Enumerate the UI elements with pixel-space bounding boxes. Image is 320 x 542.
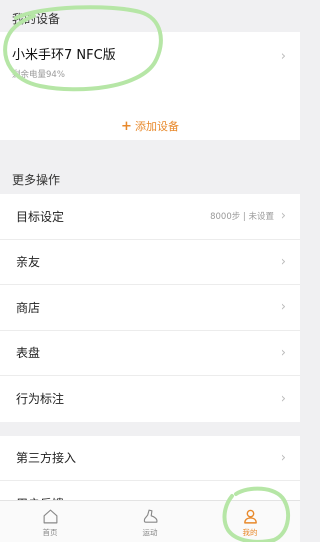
tab-workout[interactable]: 运动 bbox=[100, 501, 200, 542]
add-device-label: 添加设备 bbox=[134, 120, 179, 133]
chevron-right-icon: › bbox=[280, 49, 286, 64]
tab-label: 首页 bbox=[42, 528, 58, 537]
list-item-label: 行为标注 bbox=[16, 392, 65, 407]
list-item-label: 表盘 bbox=[16, 346, 41, 361]
add-device-button[interactable]: + 添加设备 bbox=[0, 118, 300, 134]
tab-label: 我的 bbox=[242, 528, 258, 537]
chevron-right-icon: › bbox=[280, 299, 286, 315]
more-actions-list: 目标设定 8000步 | 未设置 › 亲友 › 商店 › 表盘 › 行为标注 › bbox=[0, 194, 300, 422]
home-icon bbox=[43, 509, 57, 524]
plus-icon: + bbox=[121, 119, 132, 134]
list-item-goal-setting[interactable]: 目标设定 8000步 | 未设置 › bbox=[0, 194, 300, 240]
list-item-label: 第三方接入 bbox=[16, 451, 77, 466]
device-name: 小米手环7 NFC版 bbox=[12, 48, 116, 63]
chevron-right-icon: › bbox=[280, 208, 286, 224]
goal-meta: 8000步 | 未设置 bbox=[210, 212, 274, 223]
chevron-right-icon: › bbox=[280, 345, 286, 361]
chevron-right-icon: › bbox=[280, 254, 286, 270]
list-item-watch-faces[interactable]: 表盘 › bbox=[0, 331, 300, 376]
more-actions-header: 更多操作 bbox=[12, 173, 61, 187]
my-devices-header: 我的设备 bbox=[12, 12, 61, 26]
list-item-store[interactable]: 商店 › bbox=[0, 285, 300, 331]
list-item-label: 亲友 bbox=[16, 255, 41, 270]
device-row[interactable]: 小米手环7 NFC版 剩余电量94% › bbox=[0, 32, 300, 80]
device-card: 小米手环7 NFC版 剩余电量94% › + 添加设备 bbox=[0, 32, 300, 140]
sneaker-icon bbox=[143, 509, 157, 523]
list-item-label: 目标设定 bbox=[16, 209, 65, 224]
list-item-label: 商店 bbox=[16, 300, 41, 315]
list-item-third-party[interactable]: 第三方接入 › bbox=[0, 436, 300, 481]
tab-me[interactable]: 我的 bbox=[200, 501, 300, 542]
chevron-right-icon: › bbox=[280, 450, 286, 466]
device-battery: 剩余电量94% bbox=[12, 70, 65, 80]
tab-home[interactable]: 首页 bbox=[0, 501, 100, 542]
chevron-right-icon: › bbox=[280, 391, 286, 407]
tab-label: 运动 bbox=[142, 528, 158, 537]
list-item-friends[interactable]: 亲友 › bbox=[0, 240, 300, 285]
list-item-behavior-tagging[interactable]: 行为标注 › bbox=[0, 376, 300, 422]
tab-bar: 首页 运动 我的 bbox=[0, 500, 300, 542]
person-icon bbox=[243, 509, 257, 524]
